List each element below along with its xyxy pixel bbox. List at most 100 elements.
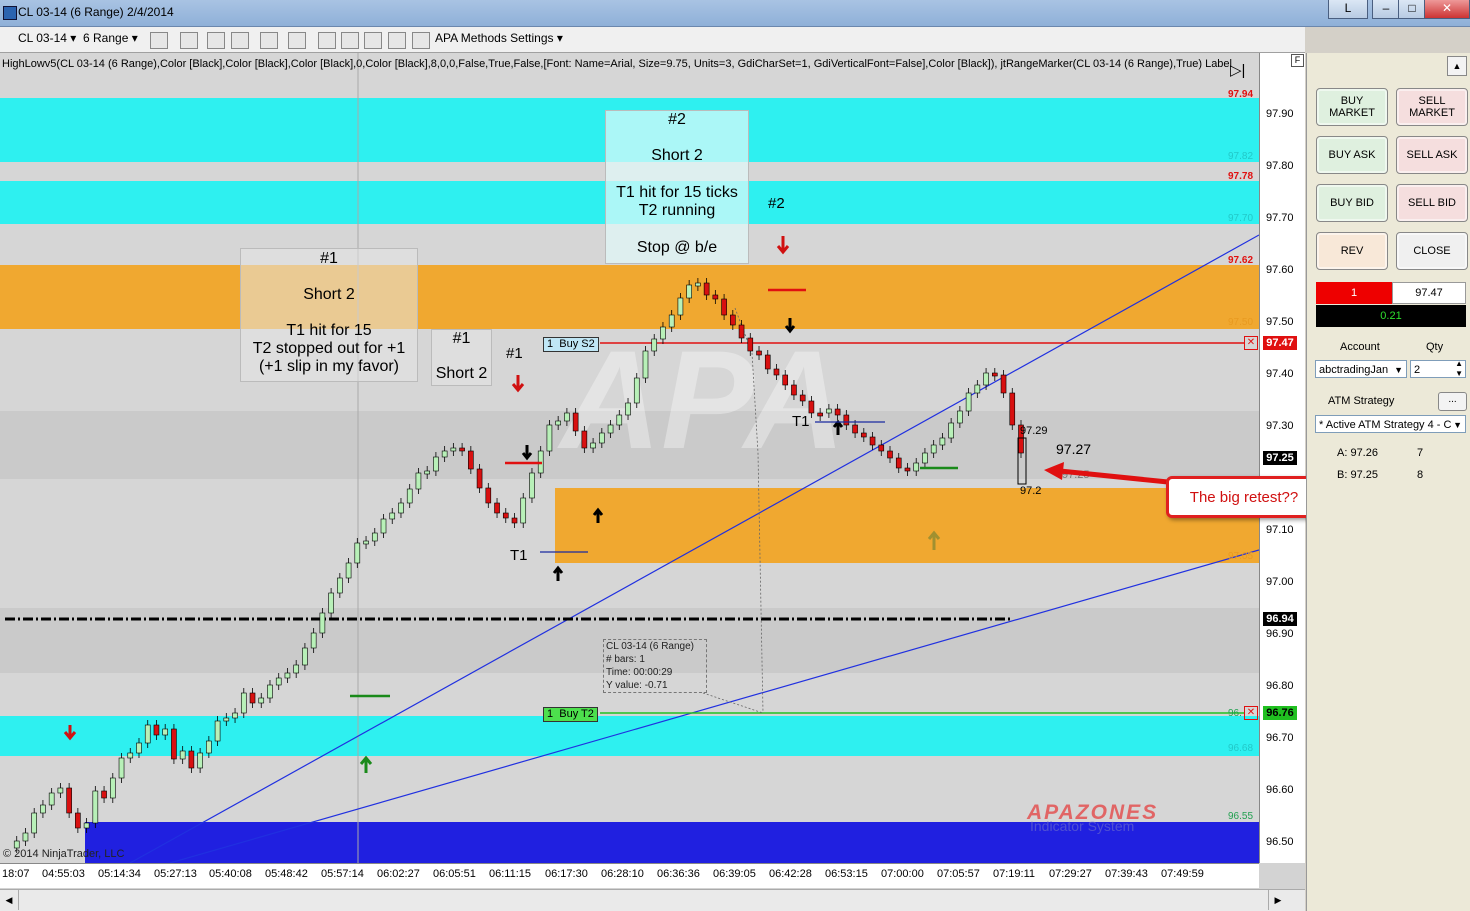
chart-trader-panel: ▲ BUY MARKET SELL MARKET BUY ASK SELL AS… — [1306, 53, 1470, 911]
drawing-pencil-icon[interactable] — [180, 32, 198, 49]
close-icon[interactable]: ✕ — [1424, 0, 1470, 19]
candle — [459, 447, 465, 452]
strategies-icon[interactable] — [341, 32, 359, 49]
candle — [406, 488, 413, 504]
indicators-icon[interactable] — [318, 32, 336, 49]
zone-price-label: 96.55 — [1228, 811, 1254, 822]
candle — [1009, 392, 1016, 426]
price-tick-label: 96.90 — [1266, 628, 1294, 640]
candle — [83, 822, 90, 829]
note-line: Short 2 — [651, 147, 703, 164]
candle — [284, 672, 291, 679]
candle — [275, 677, 282, 686]
price-tick-label: 97.80 — [1266, 160, 1294, 172]
time-tick-label: 06:36:36 — [657, 868, 700, 880]
candle — [337, 577, 343, 594]
instrument-selector[interactable]: CL 03-14 ▾ — [18, 31, 76, 45]
qty-stepper[interactable]: 2 ▲ ▼ — [1410, 360, 1466, 378]
zone-price-label: 97.82 — [1228, 151, 1254, 162]
buy-order-tag[interactable]: 1 Buy T2 — [543, 707, 598, 722]
candle — [40, 804, 46, 814]
up-arrow-icon — [592, 507, 604, 523]
candle — [642, 350, 649, 379]
scroll-left-icon[interactable]: ◀ — [0, 890, 19, 910]
crosshair-icon[interactable] — [260, 32, 278, 49]
candle — [468, 450, 474, 470]
candle — [607, 424, 614, 434]
sell-market-button[interactable]: SELL MARKET — [1396, 88, 1468, 126]
position-qty: 1 — [1316, 282, 1392, 304]
time-tick-label: 06:53:15 — [825, 868, 868, 880]
price-tick-label: 96.60 — [1266, 784, 1294, 796]
chevron-down-icon: ▼ — [1394, 365, 1403, 375]
sell-bid-button[interactable]: SELL BID — [1396, 184, 1468, 222]
apa-settings-menu[interactable]: APA Methods Settings ▾ — [435, 31, 563, 45]
up-arrow-icon — [359, 755, 373, 773]
candle — [826, 408, 832, 414]
candle — [188, 750, 195, 769]
data-box-icon[interactable] — [388, 32, 406, 49]
horizontal-scrollbar[interactable]: ◀ ▶ — [0, 889, 1305, 911]
price-tick-label: 97.70 — [1266, 212, 1294, 224]
candle — [590, 442, 596, 449]
zone-price-label: 96.68 — [1228, 743, 1254, 754]
eraser-icon[interactable] — [231, 32, 249, 49]
bid-size: 8 — [1417, 469, 1424, 481]
collapse-icon[interactable]: ▲ — [1447, 56, 1467, 76]
window-title: CL 03-14 (6 Range) 2/4/2014 — [18, 5, 174, 19]
candle — [581, 430, 588, 449]
candle — [564, 412, 570, 422]
price-tick-label: 97.10 — [1266, 524, 1294, 536]
note-line: Short 2 — [435, 365, 488, 382]
cancel-sell-order-icon[interactable]: ✕ — [1244, 336, 1258, 350]
account-select[interactable]: abctradingJan ▼ — [1315, 360, 1407, 378]
scroll-right-icon[interactable]: ▶ — [1268, 890, 1287, 910]
atm-options-button[interactable]: ... — [1438, 392, 1467, 411]
chart-properties-icon[interactable] — [364, 32, 382, 49]
link-button[interactable]: L — [1328, 0, 1368, 19]
scroll-end-icon[interactable]: ▷| — [1230, 61, 1245, 79]
sell-ask-button[interactable]: SELL ASK — [1396, 136, 1468, 174]
candle — [782, 374, 789, 386]
atm-strategy-select[interactable]: * Active ATM Strategy 4 - C ▼ — [1315, 415, 1466, 433]
candle — [57, 787, 64, 794]
candle — [904, 467, 911, 472]
candle — [992, 372, 998, 377]
price-tick-label: 96.70 — [1266, 732, 1294, 744]
price-tick-label: 96.50 — [1266, 836, 1294, 848]
zoom-icon[interactable] — [288, 32, 306, 49]
account-value: abctradingJan — [1319, 364, 1389, 376]
buy-market-button[interactable]: BUY MARKET — [1316, 88, 1388, 126]
zone-price-label: 97.50 — [1228, 317, 1254, 328]
maximize-icon[interactable]: □ — [1398, 0, 1426, 19]
candle — [232, 712, 238, 719]
callout-box: The big retest?? — [1166, 476, 1322, 518]
candle — [852, 424, 858, 434]
drawing-tool-icon[interactable] — [207, 32, 225, 49]
close-position-button[interactable]: CLOSE — [1396, 232, 1468, 270]
price-panel[interactable]: APA HighLowv5(CL 03-14 (6 Range),Color [… — [0, 53, 1259, 863]
sell-order-tag[interactable]: 1 Buy S2 — [543, 337, 599, 352]
f-button[interactable]: F — [1291, 54, 1304, 67]
note-line: Stop @ b/e — [636, 239, 718, 256]
candle — [572, 412, 579, 432]
candle — [817, 412, 823, 417]
bar-type-icon[interactable] — [150, 32, 168, 49]
copyright: © 2014 NinjaTrader, LLC — [3, 848, 125, 860]
time-tick-label: 07:49:59 — [1161, 868, 1204, 880]
apa-icon[interactable] — [412, 32, 430, 49]
zone-price-label: 97.94 — [1228, 89, 1254, 100]
buy-bid-button[interactable]: BUY BID — [1316, 184, 1388, 222]
buy-ask-button[interactable]: BUY ASK — [1316, 136, 1388, 174]
candle — [48, 792, 55, 806]
cancel-buy-order-icon[interactable]: ✕ — [1244, 706, 1258, 720]
down-arrow-icon — [63, 725, 77, 741]
zone-price-label: 96. — [1228, 708, 1242, 719]
candle — [660, 326, 666, 340]
stepper-icon[interactable]: ▲ ▼ — [1455, 361, 1463, 377]
candle — [441, 450, 448, 458]
period-selector[interactable]: 6 Range ▾ — [83, 31, 138, 45]
reverse-button[interactable]: REV — [1316, 232, 1388, 270]
tooltip-line: # bars: 1 — [606, 654, 645, 665]
minimize-icon[interactable]: – — [1372, 0, 1400, 19]
